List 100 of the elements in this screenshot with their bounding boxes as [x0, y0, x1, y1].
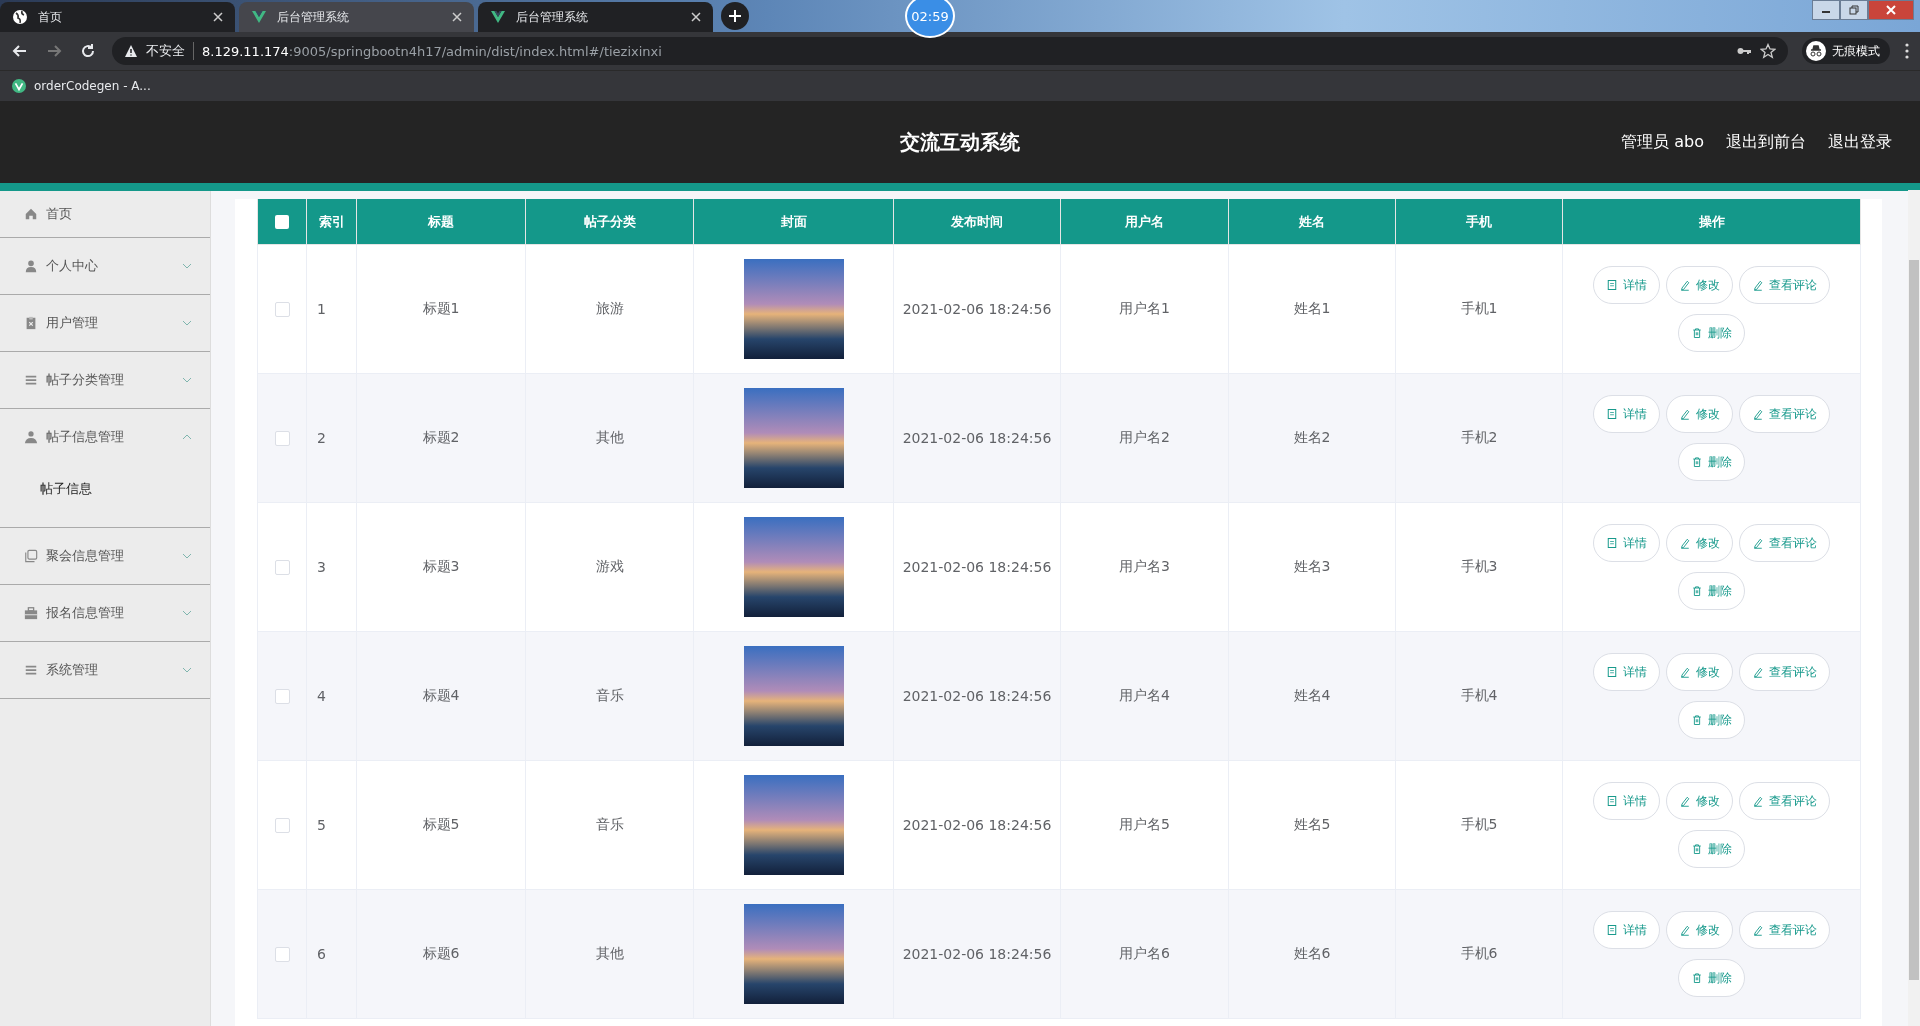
incognito-profile-button[interactable]: 无痕模式	[1802, 38, 1890, 64]
header-link[interactable]: 退出登录	[1828, 131, 1892, 153]
action-button[interactable]: 查看评论	[1739, 911, 1830, 949]
sidebar-item[interactable]: 聚会信息管理	[0, 528, 210, 584]
incognito-icon	[1806, 41, 1826, 61]
action-button[interactable]: 修改	[1666, 524, 1733, 562]
pencil-icon	[1679, 795, 1691, 807]
trash-icon	[1691, 972, 1703, 984]
column-header: 帖子分类	[525, 199, 694, 245]
pencil-icon	[1752, 666, 1764, 678]
table-cell: 2	[306, 373, 357, 503]
pencil-icon	[1679, 408, 1691, 420]
action-button[interactable]: 详情	[1593, 524, 1660, 562]
action-button[interactable]: 详情	[1593, 653, 1660, 691]
sidebar-item[interactable]: 系统管理	[0, 642, 210, 698]
sidebar-item[interactable]: 报名信息管理	[0, 585, 210, 641]
app-title: 交流互动系统	[900, 129, 1020, 154]
table-cell: 用户名5	[1060, 760, 1229, 890]
action-button[interactable]: 详情	[1593, 782, 1660, 820]
table-cell: 2021-02-06 18:24:56	[893, 244, 1061, 374]
action-button[interactable]: 删除	[1678, 701, 1745, 739]
close-icon[interactable]	[691, 12, 701, 22]
chevron-icon	[182, 553, 192, 559]
warning-icon	[124, 44, 138, 58]
bookmark[interactable]: orderCodegen - A...	[12, 79, 151, 93]
table-cell: 姓名1	[1228, 244, 1396, 374]
action-button[interactable]: 修改	[1666, 395, 1733, 433]
new-tab-button[interactable]	[721, 2, 749, 30]
action-button[interactable]: 查看评论	[1739, 524, 1830, 562]
action-button[interactable]: 详情	[1593, 395, 1660, 433]
browser-tab[interactable]: 后台管理系统	[478, 2, 713, 32]
sidebar-subitem[interactable]: 帖子信息	[0, 465, 210, 513]
menu-icon[interactable]	[1904, 42, 1910, 60]
table-cell: 姓名5	[1228, 760, 1396, 890]
action-button[interactable]: 详情	[1593, 266, 1660, 304]
security-label: 不安全	[146, 42, 194, 60]
row-checkbox[interactable]	[274, 818, 290, 834]
document-icon	[1606, 279, 1618, 291]
table-cell: 其他	[525, 373, 694, 503]
row-checkbox[interactable]	[274, 431, 290, 447]
header-link[interactable]: 退出到前台	[1726, 131, 1806, 153]
header-link[interactable]: 管理员 abo	[1621, 131, 1704, 153]
action-button[interactable]: 删除	[1678, 572, 1745, 610]
action-button[interactable]: 修改	[1666, 266, 1733, 304]
chevron-icon	[182, 434, 192, 440]
table-cell: 2021-02-06 18:24:56	[893, 631, 1061, 761]
action-button[interactable]: 修改	[1666, 911, 1733, 949]
people-icon	[24, 430, 38, 444]
action-button[interactable]: 查看评论	[1739, 266, 1830, 304]
action-button[interactable]: 修改	[1666, 782, 1733, 820]
table-cell: 标题4	[356, 631, 526, 761]
sidebar-item[interactable]: 帖子分类管理	[0, 352, 210, 408]
table-cell: 3	[306, 502, 357, 632]
table-cell: 音乐	[525, 631, 694, 761]
action-button[interactable]: 查看评论	[1739, 782, 1830, 820]
sidebar-item[interactable]: 用户管理	[0, 295, 210, 351]
column-header: 索引	[306, 199, 357, 245]
star-icon[interactable]	[1760, 43, 1776, 59]
table-cell: 手机3	[1395, 502, 1563, 632]
clipboard-icon	[24, 316, 38, 330]
minimize-button[interactable]	[1812, 0, 1840, 20]
sidebar-item[interactable]: 帖子信息管理	[0, 409, 210, 465]
close-icon[interactable]	[213, 12, 223, 22]
row-checkbox[interactable]	[274, 947, 290, 963]
table-cell: 用户名1	[1060, 244, 1229, 374]
table-cell: 5	[306, 760, 357, 890]
pencil-icon	[1752, 279, 1764, 291]
action-button[interactable]: 删除	[1678, 443, 1745, 481]
scrollbar-thumb[interactable]	[1909, 260, 1919, 980]
action-button[interactable]: 删除	[1678, 959, 1745, 997]
action-button[interactable]: 查看评论	[1739, 653, 1830, 691]
table-cell: 姓名6	[1228, 889, 1396, 1019]
column-header: 操作	[1562, 199, 1861, 245]
column-header: 姓名	[1228, 199, 1396, 245]
pencil-icon	[1752, 795, 1764, 807]
table-cell: 2021-02-06 18:24:56	[893, 889, 1061, 1019]
row-checkbox[interactable]	[274, 560, 290, 576]
row-checkbox[interactable]	[274, 302, 290, 318]
close-icon[interactable]	[452, 12, 462, 22]
sidebar-item[interactable]: 个人中心	[0, 238, 210, 294]
action-button[interactable]: 删除	[1678, 314, 1745, 352]
browser-tab[interactable]: 首页	[0, 2, 235, 32]
action-button[interactable]: 详情	[1593, 911, 1660, 949]
browser-tab[interactable]: 后台管理系统	[239, 2, 474, 32]
address-bar[interactable]: 不安全 8.129.11.174:9005/springbootn4h17/admin/dist/index.html#/tiezixinxi	[112, 37, 1788, 65]
row-checkbox[interactable]	[274, 689, 290, 705]
table-cell: 2021-02-06 18:24:56	[893, 760, 1061, 890]
table-cell: 用户名3	[1060, 502, 1229, 632]
chevron-icon	[182, 263, 192, 269]
sidebar-item[interactable]: 首页	[0, 191, 210, 237]
close-button[interactable]	[1868, 0, 1914, 20]
pencil-icon	[1679, 279, 1691, 291]
table-cell: 1	[306, 244, 357, 374]
action-button[interactable]: 删除	[1678, 830, 1745, 868]
document-icon	[1606, 666, 1618, 678]
action-button[interactable]: 查看评论	[1739, 395, 1830, 433]
lines-icon	[24, 663, 38, 677]
select-all-checkbox[interactable]	[275, 215, 289, 230]
table-cell: 用户名6	[1060, 889, 1229, 1019]
action-button[interactable]: 修改	[1666, 653, 1733, 691]
